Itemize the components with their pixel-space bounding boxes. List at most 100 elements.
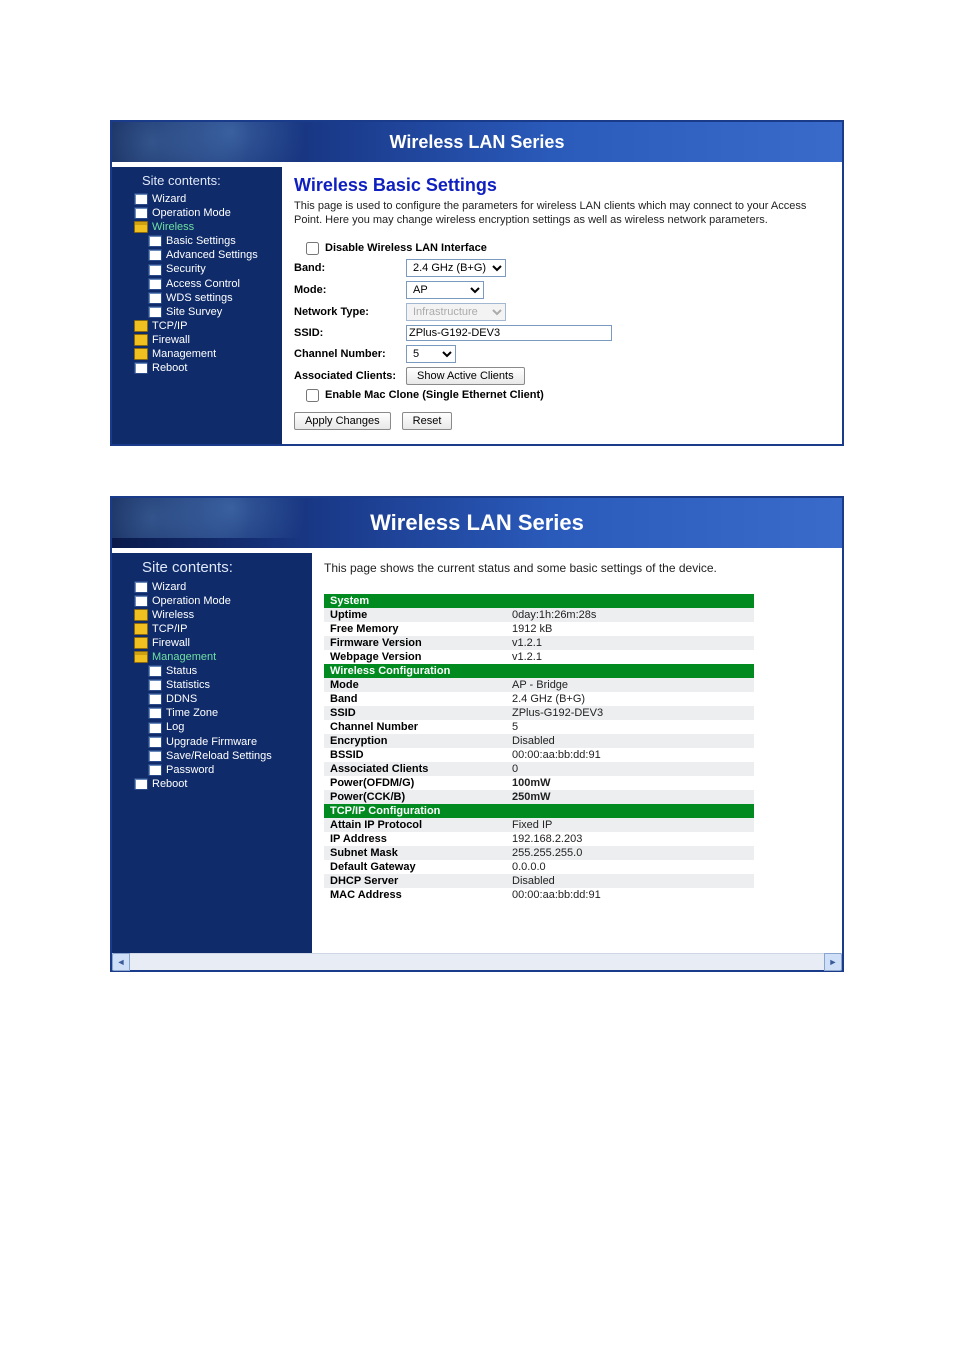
tree-item[interactable]: Management [112,347,282,361]
status-key: Encryption [324,734,506,748]
apply-changes-button[interactable]: Apply Changes [294,412,391,430]
tree-item-label: WDS settings [166,292,233,304]
status-row: EncryptionDisabled [324,734,754,748]
tree-item-label: Operation Mode [152,207,231,219]
status-row: BSSID00:00:aa:bb:dd:91 [324,748,754,762]
tree-item-label: Firewall [152,334,190,346]
horizontal-scrollbar[interactable]: ◄ ► [112,953,842,970]
tree-item[interactable]: Wireless [112,608,312,622]
tree-item[interactable]: Status [112,664,312,678]
status-value: 100mW [506,776,754,790]
page-icon [134,581,148,593]
tree-item[interactable]: Firewall [112,333,282,347]
tree-item[interactable]: Password [112,763,312,777]
channel-select[interactable]: 5 [406,345,456,363]
tree-item[interactable]: Save/Reload Settings [112,749,312,763]
reset-button[interactable]: Reset [402,412,453,430]
tree-item-label: Operation Mode [152,595,231,607]
scroll-left-arrow-icon[interactable]: ◄ [112,953,130,971]
tree-item-label: Log [166,722,184,734]
status-value: 0day:1h:26m:28s [506,608,754,622]
mac-clone-checkbox[interactable] [306,389,319,402]
tree-item[interactable]: Basic Settings [112,234,282,248]
tree-item-label: Advanced Settings [166,249,258,261]
status-row: Attain IP ProtocolFixed IP [324,818,754,832]
status-key: Mode [324,678,506,692]
mode-select[interactable]: AP [406,281,484,299]
tree-item[interactable]: Operation Mode [112,206,282,220]
tree-item-label: Reboot [152,778,187,790]
status-key: Uptime [324,608,506,622]
status-key: Webpage Version [324,650,506,664]
status-row: SSIDZPlus-G192-DEV3 [324,706,754,720]
tree-item-label: Upgrade Firmware [166,736,257,748]
scroll-track[interactable] [130,955,824,969]
tree-item[interactable]: Operation Mode [112,594,312,608]
status-row: Uptime0day:1h:26m:28s [324,608,754,622]
tree-item[interactable]: Wireless [112,220,282,234]
tree-item-label: DDNS [166,693,197,705]
tree-item-label: Wizard [152,581,186,593]
status-row: Power(CCK/B)250mW [324,790,754,804]
show-active-clients-button[interactable]: Show Active Clients [406,367,525,385]
tree-item[interactable]: Security [112,262,282,276]
tree-item-label: Time Zone [166,707,218,719]
tree-item[interactable]: Wizard [112,192,282,206]
ssid-input[interactable] [406,325,612,341]
page-icon [148,736,162,748]
page-icon [148,679,162,691]
tree-item[interactable]: Log [112,720,312,734]
tree-item[interactable]: TCP/IP [112,319,282,333]
tree-item[interactable]: Statistics [112,678,312,692]
scroll-right-arrow-icon[interactable]: ► [824,953,842,971]
folder-icon [134,637,148,649]
tree-item[interactable]: DDNS [112,692,312,706]
status-value: Fixed IP [506,818,754,832]
disable-wlan-checkbox[interactable] [306,242,319,255]
folder-icon [134,623,148,635]
tree-item[interactable]: TCP/IP [112,622,312,636]
status-key: Subnet Mask [324,846,506,860]
status-value: 00:00:aa:bb:dd:91 [506,748,754,762]
status-row: Firmware Versionv1.2.1 [324,636,754,650]
tree-item[interactable]: Upgrade Firmware [112,735,312,749]
folder-open-icon [134,651,148,663]
tree-item-label: TCP/IP [152,320,187,332]
mac-clone-label: Enable Mac Clone (Single Ethernet Client… [325,389,544,401]
folder-icon [134,348,148,360]
page-icon [148,750,162,762]
band-select[interactable]: 2.4 GHz (B+G) [406,259,506,277]
tree-item[interactable]: Advanced Settings [112,248,282,262]
status-row: ModeAP - Bridge [324,678,754,692]
status-key: Band [324,692,506,706]
disable-wlan-label: Disable Wireless LAN Interface [325,242,487,254]
status-key: MAC Address [324,888,506,902]
page-icon [148,235,162,247]
tree-item[interactable]: Access Control [112,277,282,291]
screenshot-basic-settings: Wireless LAN Series Site contents: Wizar… [110,120,844,446]
section-header: System [324,594,754,608]
status-key: Attain IP Protocol [324,818,506,832]
status-row: IP Address192.168.2.203 [324,832,754,846]
status-value: AP - Bridge [506,678,754,692]
tree-item-label: Basic Settings [166,235,236,247]
tree-item[interactable]: Reboot [112,361,282,375]
tree-item-label: Security [166,264,206,276]
status-value: Disabled [506,734,754,748]
tree-item[interactable]: Firewall [112,636,312,650]
tree-item[interactable]: Management [112,650,312,664]
tree-item[interactable]: Time Zone [112,706,312,720]
folder-icon [134,334,148,346]
tree-item[interactable]: Wizard [112,580,312,594]
tree-item[interactable]: Reboot [112,777,312,791]
page-title: Wireless Basic Settings [294,175,830,196]
sidebar-title: Site contents: [112,171,282,192]
channel-label: Channel Number: [294,348,406,360]
tree-item-label: Statistics [166,679,210,691]
status-value: 0 [506,762,754,776]
tree-item-label: Reboot [152,362,187,374]
folder-icon [134,320,148,332]
tree-item[interactable]: Site Survey [112,305,282,319]
status-value: 1912 kB [506,622,754,636]
tree-item[interactable]: WDS settings [112,291,282,305]
